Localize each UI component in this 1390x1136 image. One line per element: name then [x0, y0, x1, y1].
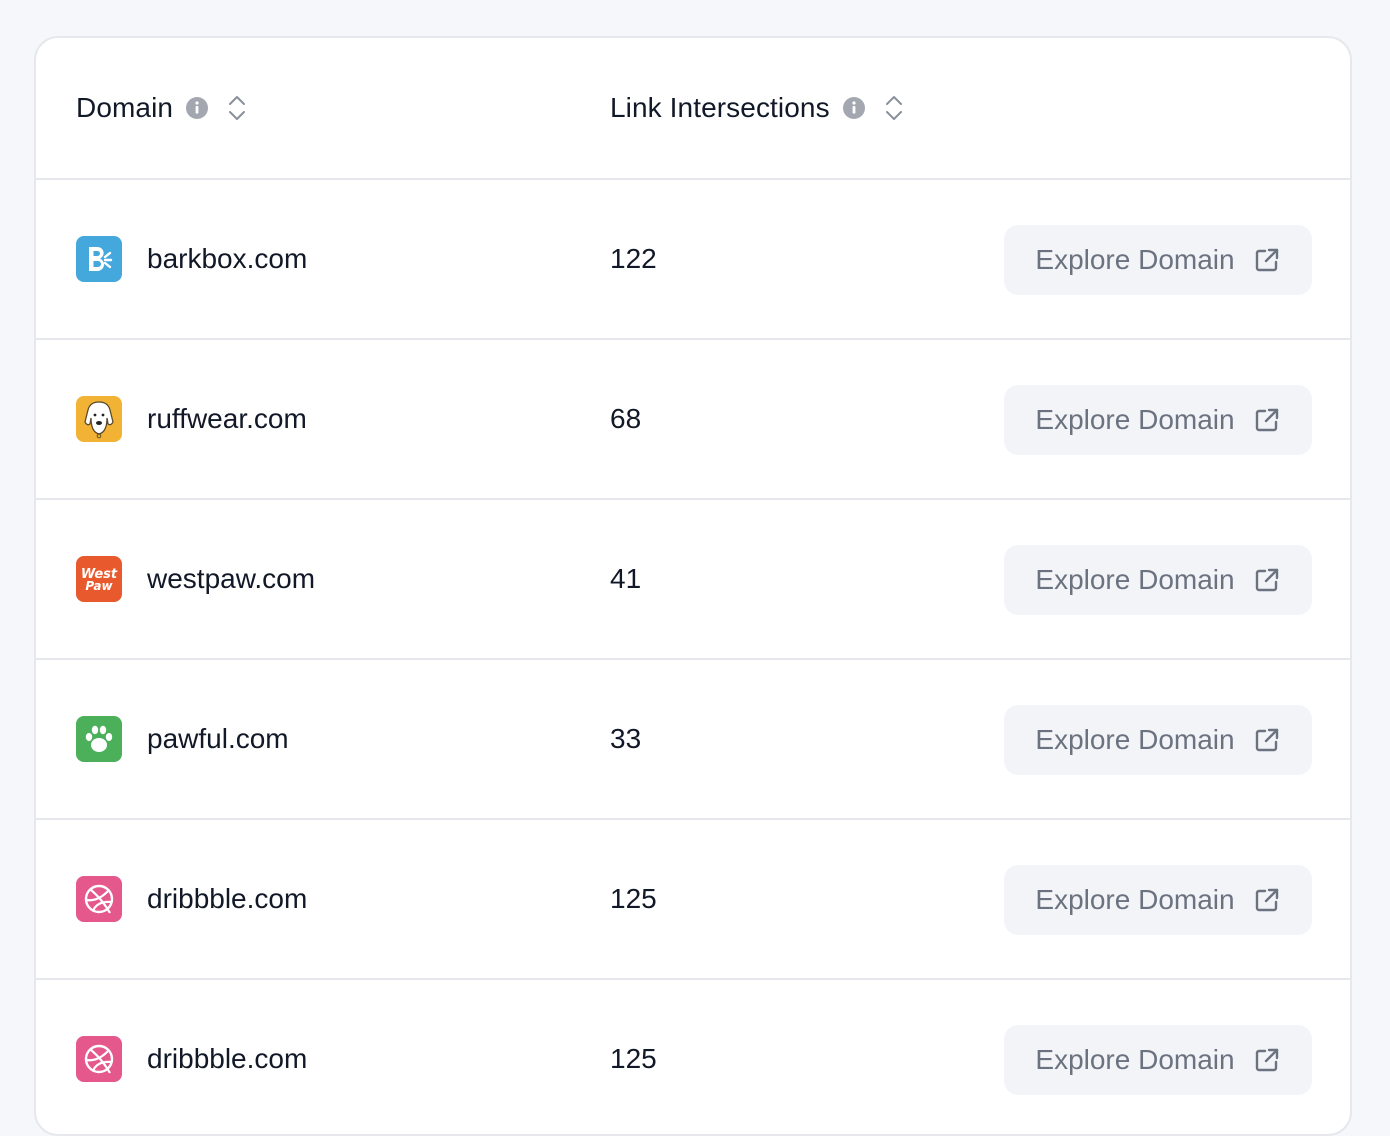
domain-name[interactable]: barkbox.com — [147, 243, 307, 275]
external-link-icon — [1253, 1046, 1281, 1074]
table-row: barkbox.com 122 Explore Domain — [36, 180, 1350, 340]
external-link-icon — [1253, 566, 1281, 594]
domain-name[interactable]: westpaw.com — [147, 563, 315, 595]
domains-table: Domain Link Intersections barkbox.com 12… — [34, 36, 1352, 1136]
dribbble-ball-icon — [76, 1036, 122, 1082]
link-intersections-value: 68 — [610, 403, 642, 434]
barkbox-logo-icon — [76, 236, 122, 282]
ruffwear-dog-logo-icon — [76, 396, 122, 442]
link-intersections-value: 33 — [610, 723, 642, 754]
domain-cell: barkbox.com — [76, 180, 307, 338]
sort-icon[interactable] — [884, 93, 904, 123]
domain-cell: dribbble.com — [76, 820, 307, 978]
domain-name[interactable]: dribbble.com — [147, 883, 307, 915]
explore-domain-label: Explore Domain — [1035, 884, 1235, 915]
link-intersections-value: 125 — [610, 1043, 657, 1074]
table-row: ruffwear.com 68 Explore Domain — [36, 340, 1350, 500]
domain-name[interactable]: pawful.com — [147, 723, 289, 755]
column-header-domain[interactable]: Domain — [76, 92, 247, 124]
link-intersections-value: 122 — [610, 243, 657, 274]
paw-print-icon — [76, 716, 122, 762]
table-row: dribbble.com 125 Explore Domain — [36, 980, 1350, 1134]
domain-name[interactable]: ruffwear.com — [147, 403, 307, 435]
link-intersections-value: 41 — [610, 563, 642, 594]
table-row: West Paw westpaw.com 41 Explore Domain — [36, 500, 1350, 660]
domain-cell: West Paw westpaw.com — [76, 500, 315, 658]
column-header-link-intersections[interactable]: Link Intersections — [610, 92, 904, 124]
table-row: pawful.com 33 Explore Domain — [36, 660, 1350, 820]
explore-domain-button[interactable]: Explore Domain — [1004, 225, 1312, 295]
column-label-link-intersections: Link Intersections — [610, 92, 830, 123]
domain-cell: dribbble.com — [76, 980, 307, 1134]
external-link-icon — [1253, 726, 1281, 754]
domain-cell: ruffwear.com — [76, 340, 307, 498]
explore-domain-label: Explore Domain — [1035, 1044, 1235, 1075]
explore-domain-button[interactable]: Explore Domain — [1004, 705, 1312, 775]
link-intersections-value: 125 — [610, 883, 657, 914]
explore-domain-button[interactable]: Explore Domain — [1004, 1025, 1312, 1095]
sort-icon[interactable] — [227, 93, 247, 123]
explore-domain-label: Explore Domain — [1035, 564, 1235, 595]
info-icon[interactable] — [186, 97, 209, 119]
westpaw-logo-icon: West Paw — [76, 556, 122, 602]
info-icon[interactable] — [842, 97, 865, 119]
explore-domain-label: Explore Domain — [1035, 404, 1235, 435]
domain-name[interactable]: dribbble.com — [147, 1043, 307, 1075]
domain-cell: pawful.com — [76, 660, 289, 818]
external-link-icon — [1253, 406, 1281, 434]
explore-domain-label: Explore Domain — [1035, 244, 1235, 275]
explore-domain-button[interactable]: Explore Domain — [1004, 545, 1312, 615]
table-header: Domain Link Intersections — [36, 38, 1350, 180]
external-link-icon — [1253, 246, 1281, 274]
table-row: dribbble.com 125 Explore Domain — [36, 820, 1350, 980]
explore-domain-label: Explore Domain — [1035, 724, 1235, 755]
westpaw-logo-text-paw: Paw — [85, 579, 113, 593]
column-label-domain: Domain — [76, 92, 174, 123]
explore-domain-button[interactable]: Explore Domain — [1004, 385, 1312, 455]
explore-domain-button[interactable]: Explore Domain — [1004, 865, 1312, 935]
dribbble-ball-icon — [76, 876, 122, 922]
external-link-icon — [1253, 886, 1281, 914]
